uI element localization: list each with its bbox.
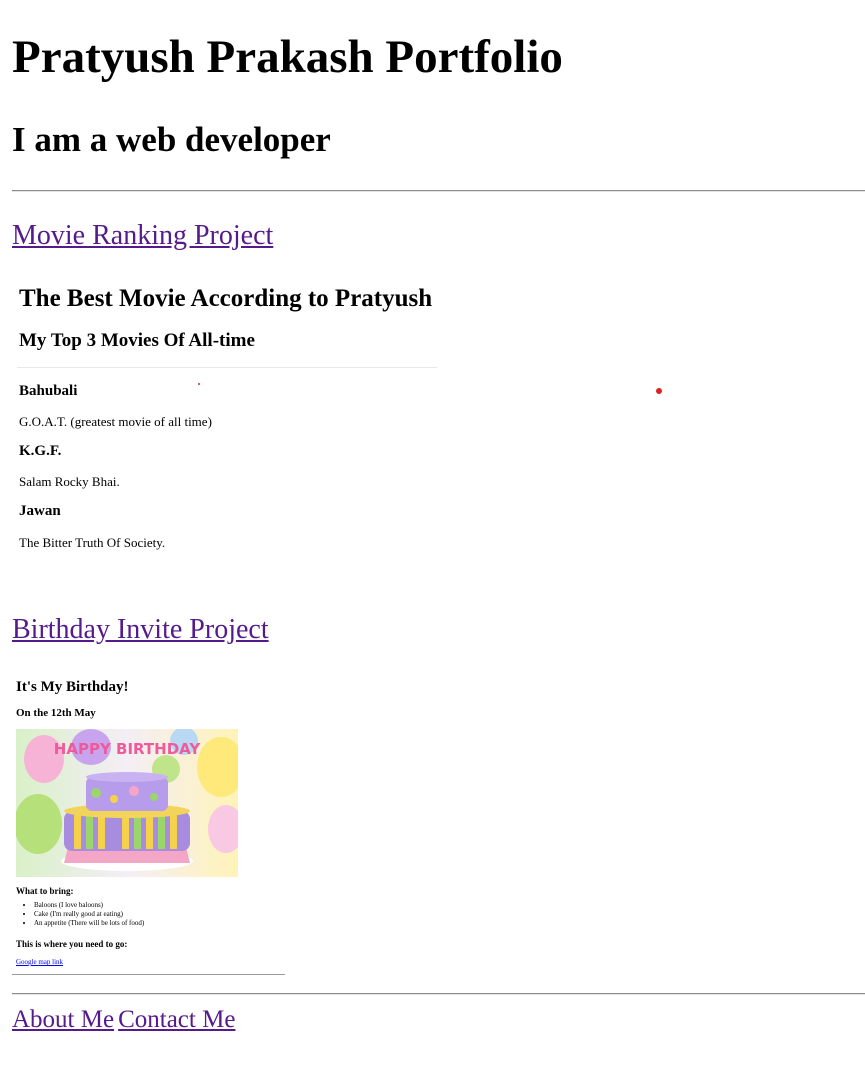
- movie-description: Salam Rocky Bhai.: [19, 474, 120, 489]
- page-subtitle: I am a web developer: [12, 120, 331, 159]
- google-map-link[interactable]: Google map link: [16, 958, 63, 966]
- red-dot-small: [198, 383, 200, 385]
- about-me-link[interactable]: About Me: [12, 1006, 114, 1033]
- movie-page-divider: [17, 367, 437, 368]
- birthday-title: It's My Birthday!: [16, 679, 129, 695]
- movie-name: K.G.F.: [19, 443, 62, 459]
- divider-bottom: [12, 993, 865, 995]
- movie-ranking-embed: The Best Movie According to Pratyush My …: [12, 275, 865, 570]
- birthday-invite-project-link[interactable]: Birthday Invite Project: [12, 614, 269, 646]
- bring-list: Baloons (I love baloons) Cake (I'm reall…: [16, 901, 144, 928]
- list-item: An appetite (There will be lots of food): [34, 919, 144, 928]
- page-title: Pratyush Prakash Portfolio: [12, 31, 563, 83]
- red-dot: [656, 388, 662, 394]
- birthday-divider: [12, 974, 285, 975]
- footer-nav: About Me Contact Me: [12, 1006, 235, 1034]
- what-to-bring-heading: What to bring:: [16, 886, 74, 896]
- list-item: Cake (I'm really good at eating): [34, 910, 144, 919]
- birthday-cake-image: HAPPY BIRTHDAY: [16, 729, 238, 877]
- movie-page-title: The Best Movie According to Pratyush: [19, 285, 433, 312]
- movie-name: Bahubali: [19, 383, 78, 399]
- birthday-date: On the 12th May: [16, 707, 96, 719]
- cake-topper-text: HAPPY BIRTHDAY: [54, 740, 202, 758]
- movie-description: The Bitter Truth Of Society.: [19, 535, 166, 550]
- birthday-invite-embed: It's My Birthday! On the 12th May HAPPY …: [12, 672, 286, 977]
- contact-me-link[interactable]: Contact Me: [118, 1006, 235, 1033]
- movie-description: G.O.A.T. (greatest movie of all time): [19, 414, 212, 429]
- movie-page-subtitle: My Top 3 Movies Of All-time: [19, 330, 255, 351]
- movie-ranking-project-link[interactable]: Movie Ranking Project: [12, 220, 273, 252]
- divider-top: [12, 190, 865, 192]
- movie-name: Jawan: [19, 503, 61, 519]
- where-to-go-heading: This is where you need to go:: [16, 939, 128, 949]
- list-item: Baloons (I love baloons): [34, 901, 144, 910]
